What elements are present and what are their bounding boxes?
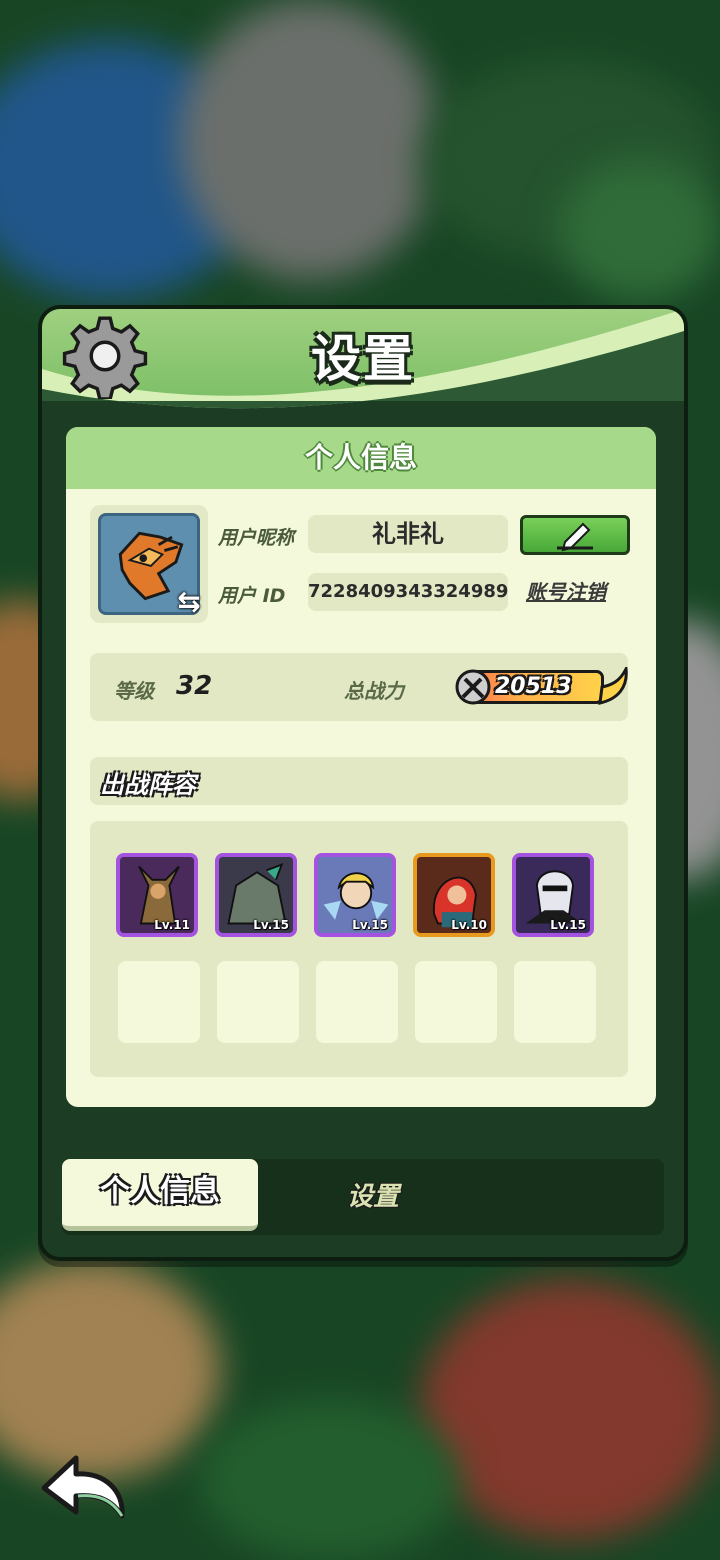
level-value: 32 [176,671,213,701]
back-arrow-icon[interactable] [38,1450,130,1520]
hero-slot-3[interactable]: Lv.15 [314,853,396,937]
sword-icon [455,669,491,705]
power-value: 20513 [495,674,572,699]
hero-level: Lv.10 [451,918,487,932]
flame-decoration [598,667,628,705]
avatar-frame[interactable]: ⇆ [90,505,208,623]
level-label: 等级 [114,679,154,703]
hero-slot-2[interactable]: Lv.15 [215,853,297,937]
empty-slot[interactable] [514,961,596,1043]
tab-settings[interactable]: 设置 [278,1159,468,1235]
edit-pencil-icon [557,522,593,552]
lineup-header: 出战阵容 [90,757,628,805]
hero-level: Lv.15 [253,918,289,932]
stats-bar: 等级 32 总战力 20513 [90,653,628,721]
hero-slot-5[interactable]: Lv.15 [512,853,594,937]
empty-slot[interactable] [217,961,299,1043]
cancel-account-link[interactable]: 账号注销 [526,576,606,605]
lineup-grid: Lv.11 Lv.15 Lv.15 Lv.10 Lv.15 [90,821,628,1077]
hero-level: Lv.11 [154,918,190,932]
hero-slot-4[interactable]: Lv.10 [413,853,495,937]
settings-panel: 设置 个人信息 ⇆ 用户昵称 礼非礼 用户 ID 722840934332498… [38,305,688,1261]
user-id-label: 用户 ID [218,585,286,607]
swap-avatar-icon[interactable]: ⇆ [174,587,204,617]
user-id-field: 7228409343324989 [308,573,508,611]
hero-slot-1[interactable]: Lv.11 [116,853,198,937]
empty-slot[interactable] [316,961,398,1043]
card-title: 个人信息 [66,427,656,489]
hero-level: Lv.15 [550,918,586,932]
nickname-label: 用户昵称 [218,527,295,549]
edit-nickname-button[interactable] [520,515,630,555]
profile-card: 个人信息 ⇆ 用户昵称 礼非礼 用户 ID 7228409343324989 账… [66,427,656,1107]
nickname-field: 礼非礼 [308,515,508,553]
empty-slot[interactable] [118,961,200,1043]
hero-level: Lv.15 [352,918,388,932]
empty-slot[interactable] [415,961,497,1043]
panel-title: 设置 [311,330,415,388]
power-label: 总战力 [344,679,404,703]
tab-profile[interactable]: 个人信息 [62,1159,258,1231]
lineup-title: 出战阵容 [100,771,196,799]
power-badge: 20513 [455,669,604,705]
